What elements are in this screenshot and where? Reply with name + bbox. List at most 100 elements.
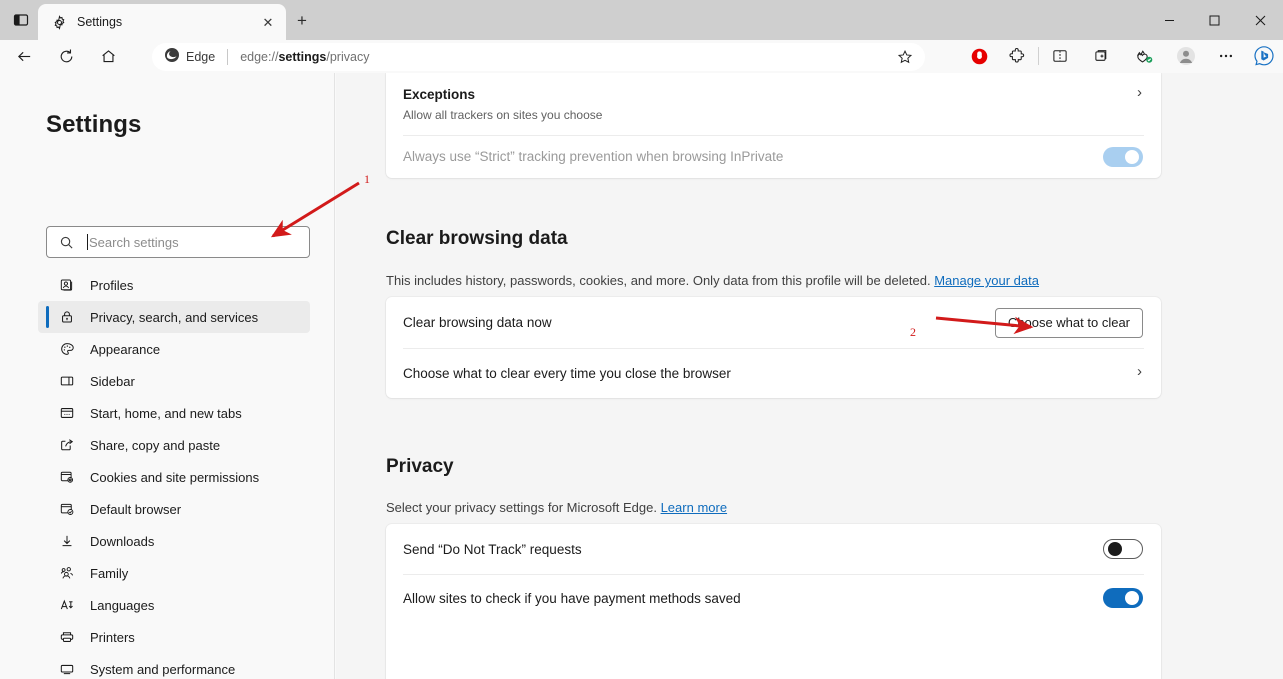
sidebar-item-cookies-and-site-permissions[interactable]: Cookies and site permissions: [38, 461, 310, 493]
sidebar-item-label: Share, copy and paste: [90, 437, 221, 453]
privacy-heading: Privacy: [386, 456, 454, 477]
browser-essentials-icon[interactable]: [1129, 42, 1159, 70]
clear-browsing-data-description-text: This includes history, passwords, cookie…: [386, 273, 931, 288]
copilot-bing-icon[interactable]: [1249, 42, 1279, 70]
minimize-button[interactable]: [1147, 0, 1192, 40]
close-icon[interactable]: ✕: [258, 12, 278, 32]
sidebar-item-sidebar[interactable]: Sidebar: [38, 365, 310, 397]
omnibox-divider: [227, 49, 229, 65]
sidebar-item-share-copy-and-paste[interactable]: Share, copy and paste: [38, 429, 310, 461]
sidebar-item-label: Default browser: [90, 501, 182, 517]
clear-on-close-label: Choose what to clear every time you clos…: [403, 365, 731, 381]
title-bar: Settings ✕ +: [0, 0, 1283, 40]
home-icon[interactable]: [93, 43, 123, 71]
toolbar-divider: [1038, 47, 1039, 65]
sidebar-item-label: Cookies and site permissions: [90, 469, 260, 485]
sidebar-item-label: Sidebar: [90, 373, 135, 389]
url-text: edge://settings/privacy: [240, 50, 891, 64]
palette-icon: [58, 340, 76, 358]
download-arrow-icon: [58, 532, 76, 550]
do-not-track-row[interactable]: Send “Do Not Track” requests: [386, 524, 1161, 574]
clear-browsing-data-now-label: Clear browsing data now: [403, 315, 552, 330]
sidebar-item-label: Appearance: [90, 341, 161, 357]
gear-icon: [50, 13, 68, 31]
edge-brand: Edge: [164, 47, 215, 68]
chevron-right-icon: ›: [1137, 363, 1142, 380]
payment-methods-row[interactable]: Allow sites to check if you have payment…: [386, 574, 1161, 623]
payment-methods-label: Allow sites to check if you have payment…: [403, 591, 741, 606]
clear-browsing-data-now-row: Clear browsing data now Choose what to c…: [386, 297, 1161, 348]
settings-main-panel: Exceptions Allow all trackers on sites y…: [336, 73, 1283, 679]
text-caret: [87, 234, 88, 250]
cookies-permissions-icon: [58, 468, 76, 486]
close-window-button[interactable]: [1237, 0, 1283, 40]
new-tab-button[interactable]: +: [290, 9, 314, 33]
do-not-track-label: Send “Do Not Track” requests: [403, 541, 582, 557]
inprivate-strict-label: Always use “Strict” tracking prevention …: [403, 149, 784, 164]
manage-your-data-link[interactable]: Manage your data: [934, 273, 1039, 288]
settings-nav-list: Profiles Privacy, search, and services A…: [38, 269, 310, 679]
default-browser-icon: [58, 500, 76, 518]
chevron-right-icon: ›: [1137, 84, 1142, 101]
collections-icon[interactable]: [1087, 42, 1117, 70]
clear-browsing-data-description: This includes history, passwords, cookie…: [386, 273, 1039, 288]
page-content: Settings Search settings Profiles Privac…: [0, 73, 1283, 679]
sidebar-item-family[interactable]: Family: [38, 557, 310, 589]
address-bar[interactable]: Edge edge://settings/privacy: [152, 43, 925, 71]
sidebar-item-privacy-search-and-services[interactable]: Privacy, search, and services: [38, 301, 310, 333]
clear-on-close-row[interactable]: Choose what to clear every time you clos…: [386, 348, 1161, 398]
sidebar-item-label: System and performance: [90, 661, 236, 677]
refresh-icon[interactable]: [51, 43, 81, 71]
maximize-button[interactable]: [1192, 0, 1237, 40]
sidebar-item-printers[interactable]: Printers: [38, 621, 310, 653]
sidebar-item-label: Downloads: [90, 533, 155, 549]
back-arrow-icon[interactable]: [9, 43, 39, 71]
toolbar-actions: [964, 42, 1279, 70]
exceptions-row[interactable]: Exceptions Allow all trackers on sites y…: [386, 73, 1161, 135]
url-suffix: /privacy: [326, 50, 370, 64]
toggle-knob: [1125, 591, 1139, 605]
split-screen-icon[interactable]: [1045, 42, 1075, 70]
sidebar-item-downloads[interactable]: Downloads: [38, 525, 310, 557]
family-people-icon: [58, 564, 76, 582]
settings-more-icon[interactable]: [1211, 42, 1241, 70]
toggle-knob: [1108, 542, 1122, 556]
search-placeholder: Search settings: [89, 234, 179, 250]
sidebar-item-start-home-and-new-tabs[interactable]: Start, home, and new tabs: [38, 397, 310, 429]
search-settings-input[interactable]: Search settings: [46, 226, 310, 258]
sidebar-item-profiles[interactable]: Profiles: [38, 269, 310, 301]
tab-title: Settings: [77, 15, 123, 29]
sidebar-item-languages[interactable]: Languages: [38, 589, 310, 621]
privacy-description-text: Select your privacy settings for Microso…: [386, 500, 657, 515]
extensions-puzzle-icon[interactable]: [1002, 42, 1032, 70]
sidebar-item-label: Printers: [90, 629, 135, 645]
exceptions-title: Exceptions: [403, 86, 476, 102]
window-controls: [1147, 0, 1283, 40]
sidebar-item-appearance[interactable]: Appearance: [38, 333, 310, 365]
tracking-prevention-card: Exceptions Allow all trackers on sites y…: [386, 73, 1161, 178]
do-not-track-toggle[interactable]: [1103, 539, 1143, 559]
monitor-icon: [58, 660, 76, 678]
annotation-number-1: 1: [364, 172, 370, 186]
shield-red-icon[interactable]: [964, 42, 994, 70]
sidebar-panel-icon: [58, 372, 76, 390]
lock-icon: [58, 308, 76, 326]
star-icon[interactable]: [891, 45, 919, 69]
sidebar-item-label: Start, home, and new tabs: [90, 405, 242, 421]
profile-avatar-icon[interactable]: [1171, 42, 1201, 70]
url-bold: settings: [278, 50, 327, 64]
payment-methods-toggle[interactable]: [1103, 588, 1143, 608]
url-prefix: edge://: [240, 50, 279, 64]
learn-more-link[interactable]: Learn more: [661, 500, 727, 515]
inprivate-strict-row[interactable]: Always use “Strict” tracking prevention …: [386, 135, 1161, 178]
search-icon: [57, 235, 75, 250]
privacy-description: Select your privacy settings for Microso…: [386, 500, 727, 515]
choose-what-to-clear-button[interactable]: Choose what to clear: [994, 307, 1143, 338]
languages-icon: [58, 596, 76, 614]
inprivate-strict-toggle: [1103, 147, 1143, 167]
sidebar-item-default-browser[interactable]: Default browser: [38, 493, 310, 525]
browser-tab-settings[interactable]: Settings ✕: [38, 4, 286, 40]
sidebar-item-label: Profiles: [90, 277, 134, 293]
sidebar-item-system-and-performance[interactable]: System and performance: [38, 653, 310, 679]
tab-actions-icon[interactable]: [8, 8, 34, 32]
